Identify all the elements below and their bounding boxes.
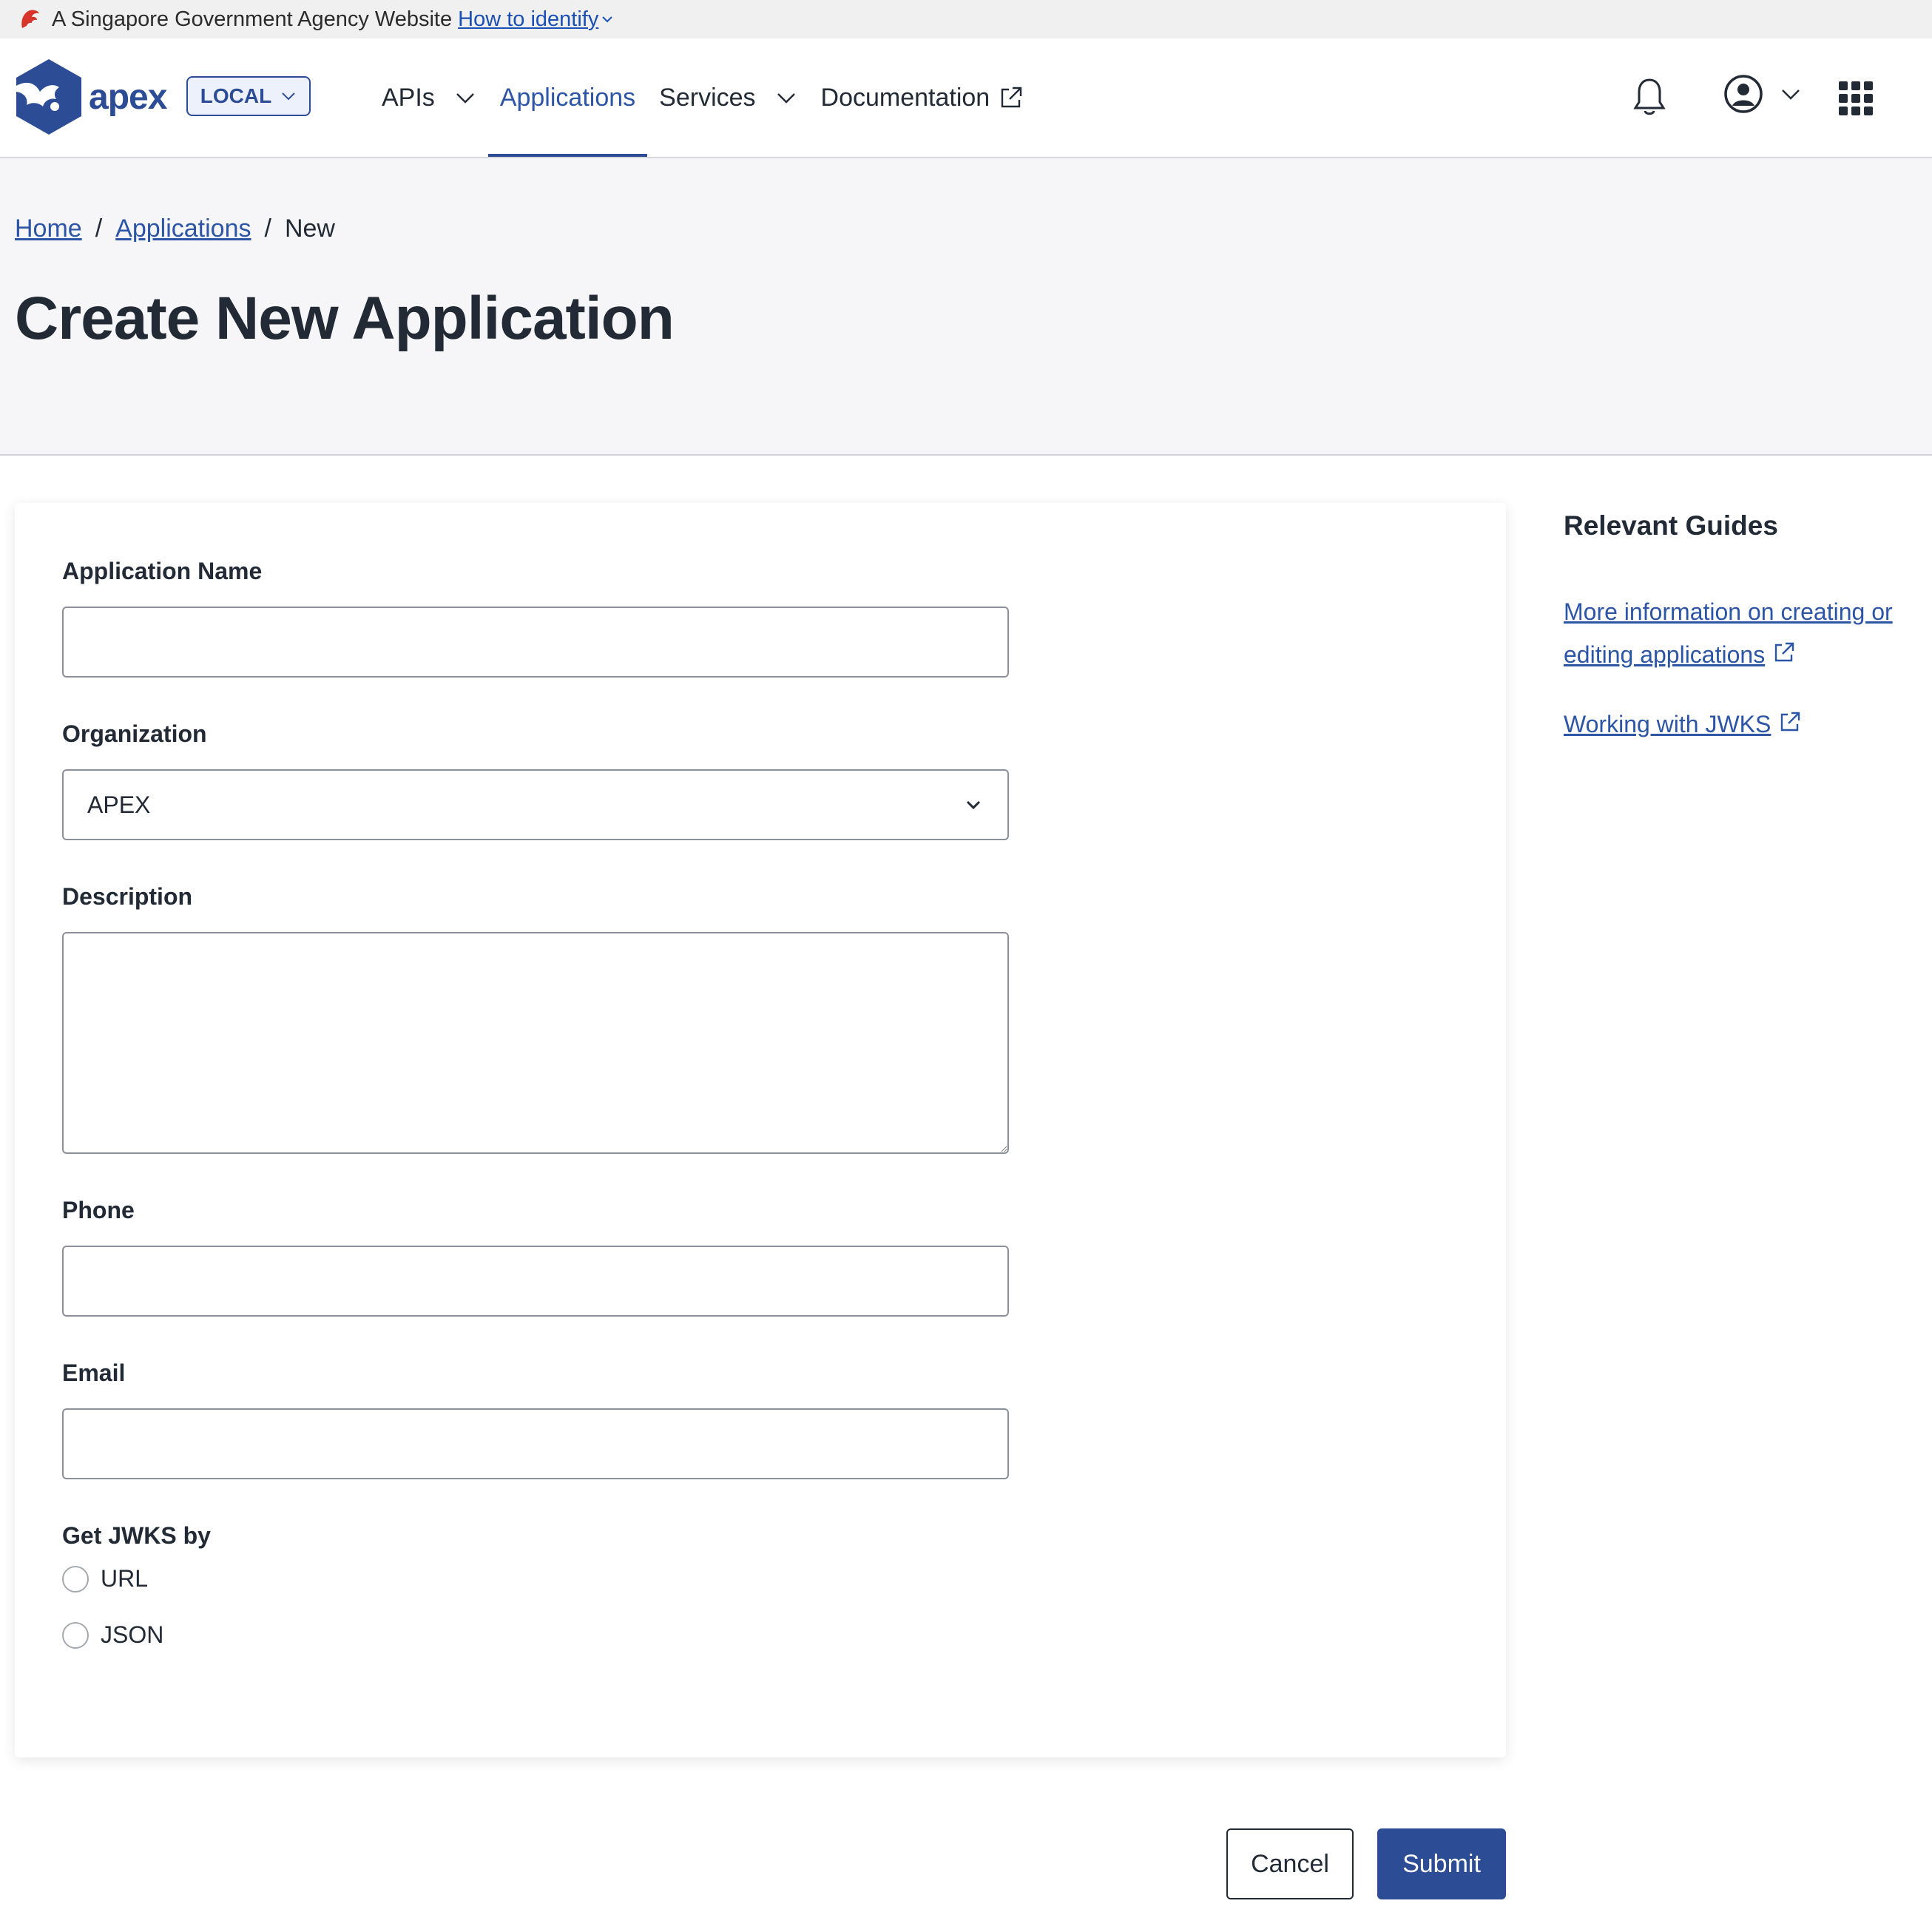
guide-link-jwks[interactable]: Working with JWKS xyxy=(1564,703,1904,746)
relevant-guides-title: Relevant Guides xyxy=(1564,510,1778,541)
gov-masthead: A Singapore Government Agency Website Ho… xyxy=(0,0,1932,38)
application-form-card: Application Name Organization APEX Descr… xyxy=(15,503,1506,1757)
nav-services[interactable]: Services xyxy=(647,38,808,157)
user-menu[interactable] xyxy=(1723,74,1802,114)
guide-link-text: More information on creating or editing … xyxy=(1564,598,1893,668)
email-label: Email xyxy=(62,1360,126,1386)
chevron-down-icon xyxy=(777,93,795,104)
breadcrumb-current: New xyxy=(284,215,335,243)
lion-head-icon xyxy=(21,10,39,28)
breadcrumb-home[interactable]: Home xyxy=(15,215,82,243)
environment-label: LOCAL xyxy=(200,84,272,107)
chevron-down-icon xyxy=(966,800,981,810)
nav-services-label: Services xyxy=(659,83,756,112)
page-title: Create New Application xyxy=(15,285,675,352)
environment-badge[interactable]: LOCAL xyxy=(186,76,311,116)
chevron-down-icon xyxy=(456,93,474,104)
organization-label: Organization xyxy=(62,720,207,747)
breadcrumb-separator: / xyxy=(95,215,103,243)
guide-link-applications[interactable]: More information on creating or editing … xyxy=(1564,590,1904,676)
jwks-option-label: JSON xyxy=(101,1621,164,1648)
radio-button[interactable] xyxy=(62,1621,89,1649)
nav-documentation-label: Documentation xyxy=(820,83,990,112)
site-header: apex LOCAL APIs Applications Services Do… xyxy=(0,38,1932,158)
jwks-option-url[interactable]: URL xyxy=(62,1565,148,1592)
phone-label: Phone xyxy=(62,1197,135,1223)
chevron-down-icon[interactable] xyxy=(601,13,614,26)
nav-apis-label: APIs xyxy=(382,83,435,112)
app-name-input[interactable] xyxy=(62,607,1009,678)
app-name-label: Application Name xyxy=(62,558,263,584)
external-link-icon xyxy=(1781,712,1800,732)
breadcrumb: Home / Applications / New xyxy=(15,215,335,243)
description-label: Description xyxy=(62,883,193,910)
nav-applications-label: Applications xyxy=(499,83,636,112)
organization-selected-value: APEX xyxy=(87,791,151,818)
external-link-icon xyxy=(1774,642,1794,662)
main-nav: APIs Applications Services Documentation xyxy=(370,38,1036,157)
breadcrumb-applications[interactable]: Applications xyxy=(115,215,251,243)
organization-select[interactable]: APEX xyxy=(62,769,1009,840)
jwks-label: Get JWKS by xyxy=(62,1522,211,1549)
external-link-icon xyxy=(1002,87,1022,108)
cancel-button[interactable]: Cancel xyxy=(1226,1828,1354,1899)
apps-grid-icon[interactable] xyxy=(1839,81,1873,115)
nav-applications[interactable]: Applications xyxy=(487,38,648,157)
page-hero: Home / Applications / New Create New App… xyxy=(0,158,1932,456)
breadcrumb-separator: / xyxy=(264,215,271,243)
nav-apis[interactable]: APIs xyxy=(370,38,488,157)
guide-link-text: Working with JWKS xyxy=(1564,711,1771,737)
submit-button[interactable]: Submit xyxy=(1377,1828,1506,1899)
logo-text: apex xyxy=(89,77,167,117)
jwks-option-json[interactable]: JSON xyxy=(62,1621,163,1649)
how-to-identify-link[interactable]: How to identify xyxy=(458,7,598,32)
nav-documentation[interactable]: Documentation xyxy=(809,38,1036,157)
chevron-down-icon xyxy=(282,92,295,101)
jwks-option-label: URL xyxy=(101,1565,149,1592)
description-textarea[interactable] xyxy=(62,932,1009,1154)
user-avatar-icon xyxy=(1724,75,1763,113)
masthead-text: A Singapore Government Agency Website xyxy=(52,7,453,31)
radio-button[interactable] xyxy=(62,1565,89,1592)
apex-hexagon-icon xyxy=(16,59,81,135)
apex-logo[interactable]: apex xyxy=(13,58,167,136)
email-input[interactable] xyxy=(62,1408,1009,1479)
phone-input[interactable] xyxy=(62,1246,1009,1317)
bell-icon[interactable] xyxy=(1632,75,1667,117)
chevron-down-icon xyxy=(1782,89,1800,100)
